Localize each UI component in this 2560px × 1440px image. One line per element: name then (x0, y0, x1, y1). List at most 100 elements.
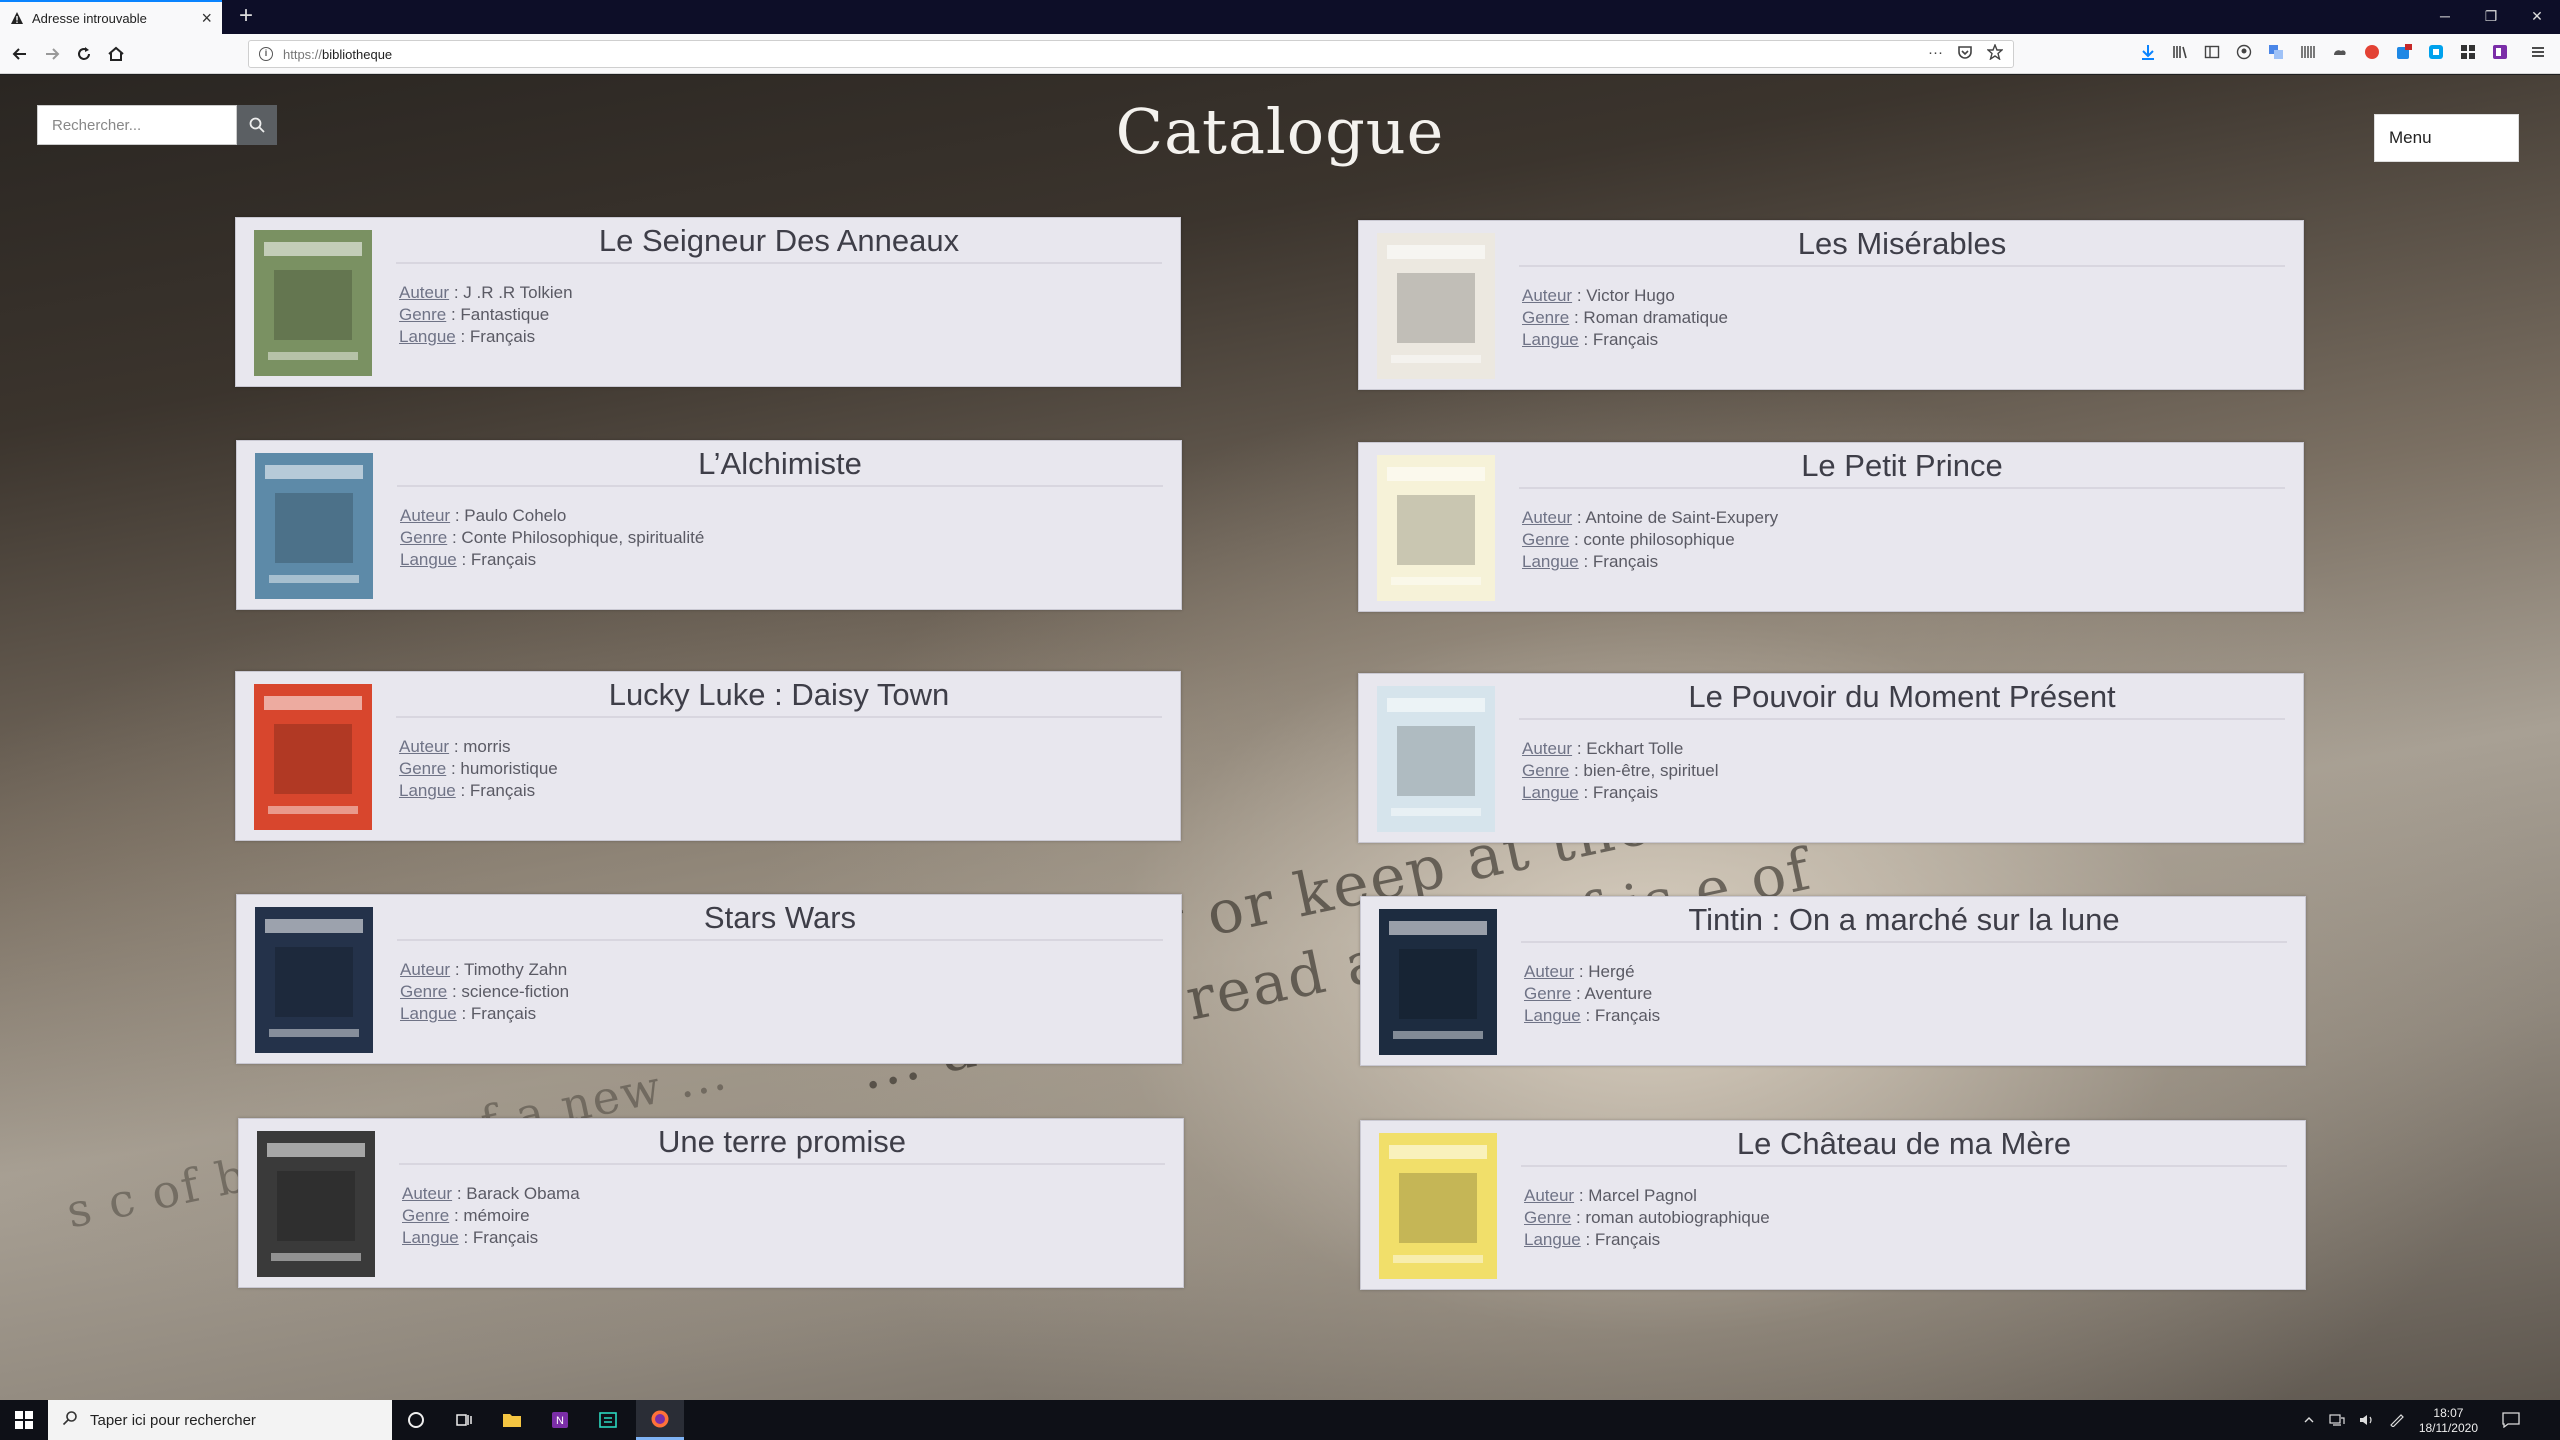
book-title[interactable]: Le Seigneur Des Anneaux (396, 218, 1162, 264)
author-label[interactable]: Auteur (1522, 508, 1572, 527)
book-card[interactable]: Le Petit Prince Auteur : Antoine de Sain… (1358, 442, 2304, 612)
genre-label[interactable]: Genre (400, 982, 447, 1001)
book-title[interactable]: Lucky Luke : Daisy Town (396, 672, 1162, 718)
file-explorer-button[interactable] (488, 1400, 536, 1440)
book-title[interactable]: Tintin : On a marché sur la lune (1521, 897, 2287, 943)
restore-button[interactable]: ❐ (2468, 0, 2514, 34)
book-cover-image[interactable] (1379, 909, 1497, 1055)
library-icon[interactable] (2170, 42, 2190, 62)
book-card[interactable]: L’Alchimiste Auteur : Paulo Cohelo Genre… (236, 440, 1182, 610)
book-title[interactable]: L’Alchimiste (397, 441, 1163, 487)
genre-label[interactable]: Genre (1522, 530, 1569, 549)
author-label[interactable]: Auteur (400, 960, 450, 979)
reload-button[interactable] (70, 40, 98, 68)
skype-icon[interactable] (2426, 42, 2446, 62)
minimize-button[interactable]: ─ (2422, 0, 2468, 34)
genre-label[interactable]: Genre (1522, 308, 1569, 327)
book-title[interactable]: Une terre promise (399, 1119, 1165, 1165)
book-cover-image[interactable] (254, 684, 372, 830)
author-label[interactable]: Auteur (1524, 1186, 1574, 1205)
language-label[interactable]: Langue (1522, 552, 1579, 571)
volume-icon[interactable] (2359, 1413, 2375, 1430)
book-cover-image[interactable] (1377, 233, 1495, 379)
book-cover-image[interactable] (1379, 1133, 1497, 1279)
author-label[interactable]: Auteur (402, 1184, 452, 1203)
notifications-icon[interactable] (2502, 1411, 2520, 1431)
author-label[interactable]: Auteur (399, 737, 449, 756)
bookmark-star-icon[interactable] (1986, 43, 2004, 64)
book-cover-image[interactable] (254, 230, 372, 376)
language-label[interactable]: Langue (400, 550, 457, 569)
book-card[interactable]: Tintin : On a marché sur la lune Auteur … (1360, 896, 2306, 1066)
menu-button[interactable]: Menu (2374, 114, 2519, 162)
start-button[interactable] (0, 1400, 48, 1440)
book-cover-image[interactable] (1377, 686, 1495, 832)
badge-extension-icon[interactable] (2394, 42, 2414, 62)
genre-label[interactable]: Genre (1522, 761, 1569, 780)
taskbar-search-box[interactable]: Taper ici pour rechercher (48, 1400, 392, 1440)
author-label[interactable]: Auteur (400, 506, 450, 525)
language-label[interactable]: Langue (1522, 783, 1579, 802)
cortana-button[interactable] (392, 1400, 440, 1440)
network-icon[interactable] (2329, 1413, 2345, 1430)
language-label[interactable]: Langue (1524, 1230, 1581, 1249)
page-actions-icon[interactable]: ··· (1928, 44, 1943, 64)
app-taskbar-button[interactable] (584, 1400, 632, 1440)
pen-icon[interactable] (2389, 1413, 2405, 1430)
home-button[interactable] (102, 40, 130, 68)
author-label[interactable]: Auteur (1524, 962, 1574, 981)
onenote-taskbar-button[interactable]: N (536, 1400, 584, 1440)
genre-label[interactable]: Genre (400, 528, 447, 547)
onenote-icon[interactable] (2490, 42, 2510, 62)
book-card[interactable]: Stars Wars Auteur : Timothy Zahn Genre :… (236, 894, 1182, 1064)
book-card[interactable]: Le Château de ma Mère Auteur : Marcel Pa… (1360, 1120, 2306, 1290)
author-label[interactable]: Auteur (1522, 739, 1572, 758)
book-card[interactable]: Le Seigneur Des Anneaux Auteur : J .R .R… (235, 217, 1181, 387)
genre-label[interactable]: Genre (399, 759, 446, 778)
book-card[interactable]: Une terre promise Auteur : Barack Obama … (238, 1118, 1184, 1288)
book-card[interactable]: Lucky Luke : Daisy Town Auteur : morris … (235, 671, 1181, 841)
book-title[interactable]: Le Petit Prince (1519, 443, 2285, 489)
adblock-icon[interactable] (2362, 42, 2382, 62)
translate-icon[interactable] (2266, 42, 2286, 62)
author-label[interactable]: Auteur (1522, 286, 1572, 305)
close-tab-icon[interactable]: × (201, 9, 212, 27)
hamburger-menu-icon[interactable] (2528, 42, 2548, 62)
language-label[interactable]: Langue (402, 1228, 459, 1247)
language-label[interactable]: Langue (1522, 330, 1579, 349)
genre-label[interactable]: Genre (399, 305, 446, 324)
genre-label[interactable]: Genre (402, 1206, 449, 1225)
book-cover-image[interactable] (257, 1131, 375, 1277)
address-bar[interactable]: i https:// bibliotheque ··· (248, 40, 2014, 68)
book-card[interactable]: Les Misérables Auteur : Victor Hugo Genr… (1358, 220, 2304, 390)
browser-tab[interactable]: Adresse introuvable × (0, 0, 222, 34)
book-title[interactable]: Le Pouvoir du Moment Présent (1519, 674, 2285, 720)
book-title[interactable]: Les Misérables (1519, 221, 2285, 267)
grid-extension-icon[interactable] (2298, 42, 2318, 62)
sidebar-icon[interactable] (2202, 42, 2222, 62)
language-label[interactable]: Langue (399, 327, 456, 346)
book-card[interactable]: Le Pouvoir du Moment Présent Auteur : Ec… (1358, 673, 2304, 843)
language-label[interactable]: Langue (1524, 1006, 1581, 1025)
book-cover-image[interactable] (255, 453, 373, 599)
language-label[interactable]: Langue (400, 1004, 457, 1023)
book-cover-image[interactable] (255, 907, 373, 1053)
language-label[interactable]: Langue (399, 781, 456, 800)
pocket-icon[interactable] (1957, 44, 1973, 64)
back-button[interactable] (6, 40, 34, 68)
download-icon[interactable] (2138, 42, 2158, 62)
apps-grid-icon[interactable] (2458, 42, 2478, 62)
firefox-taskbar-button[interactable] (636, 1400, 684, 1440)
genre-label[interactable]: Genre (1524, 984, 1571, 1003)
account-icon[interactable] (2234, 42, 2254, 62)
author-label[interactable]: Auteur (399, 283, 449, 302)
book-cover-image[interactable] (1377, 455, 1495, 601)
genre-label[interactable]: Genre (1524, 1208, 1571, 1227)
new-tab-button[interactable]: + (232, 3, 260, 31)
cloud-extension-icon[interactable] (2330, 42, 2350, 62)
clock[interactable]: 18:07 18/11/2020 (2419, 1406, 2478, 1436)
close-window-button[interactable]: ✕ (2514, 0, 2560, 34)
forward-button[interactable] (38, 40, 66, 68)
book-title[interactable]: Le Château de ma Mère (1521, 1121, 2287, 1167)
tray-chevron-icon[interactable] (2303, 1414, 2315, 1429)
